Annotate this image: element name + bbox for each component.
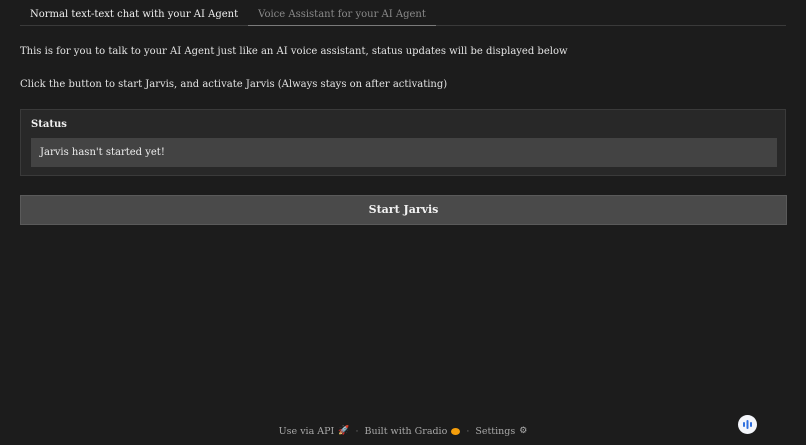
footer: Use via API 🚀 · Built with Gradio · Sett… — [0, 424, 806, 438]
start-jarvis-button[interactable]: Start Jarvis — [20, 195, 787, 225]
instruction-text: Click the button to start Jarvis, and ac… — [20, 79, 448, 90]
built-with-gradio-link[interactable]: Built with Gradio — [365, 426, 448, 437]
app-page: Normal text-text chat with your AI Agent… — [0, 0, 806, 445]
tab-bar: Normal text-text chat with your AI Agent… — [20, 5, 786, 26]
tab-voice-assistant[interactable]: Voice Assistant for your AI Agent — [248, 5, 436, 26]
status-field[interactable]: Jarvis hasn't started yet! — [31, 138, 777, 167]
settings-link[interactable]: Settings — [475, 426, 515, 437]
intro-text: This is for you to talk to your AI Agent… — [20, 46, 568, 57]
rocket-icon: 🚀 — [338, 426, 350, 436]
gradio-logo-icon — [451, 427, 461, 435]
use-via-api-link[interactable]: Use via API — [279, 426, 335, 437]
voice-assistant-button[interactable] — [738, 415, 757, 434]
status-panel: Status Jarvis hasn't started yet! — [20, 109, 786, 176]
footer-separator: · — [355, 425, 359, 437]
status-label: Status — [31, 119, 67, 130]
gear-icon: ⚙ — [519, 426, 528, 436]
voice-bars-icon — [743, 420, 752, 429]
footer-separator: · — [466, 425, 470, 437]
tab-text-chat[interactable]: Normal text-text chat with your AI Agent — [20, 5, 248, 25]
